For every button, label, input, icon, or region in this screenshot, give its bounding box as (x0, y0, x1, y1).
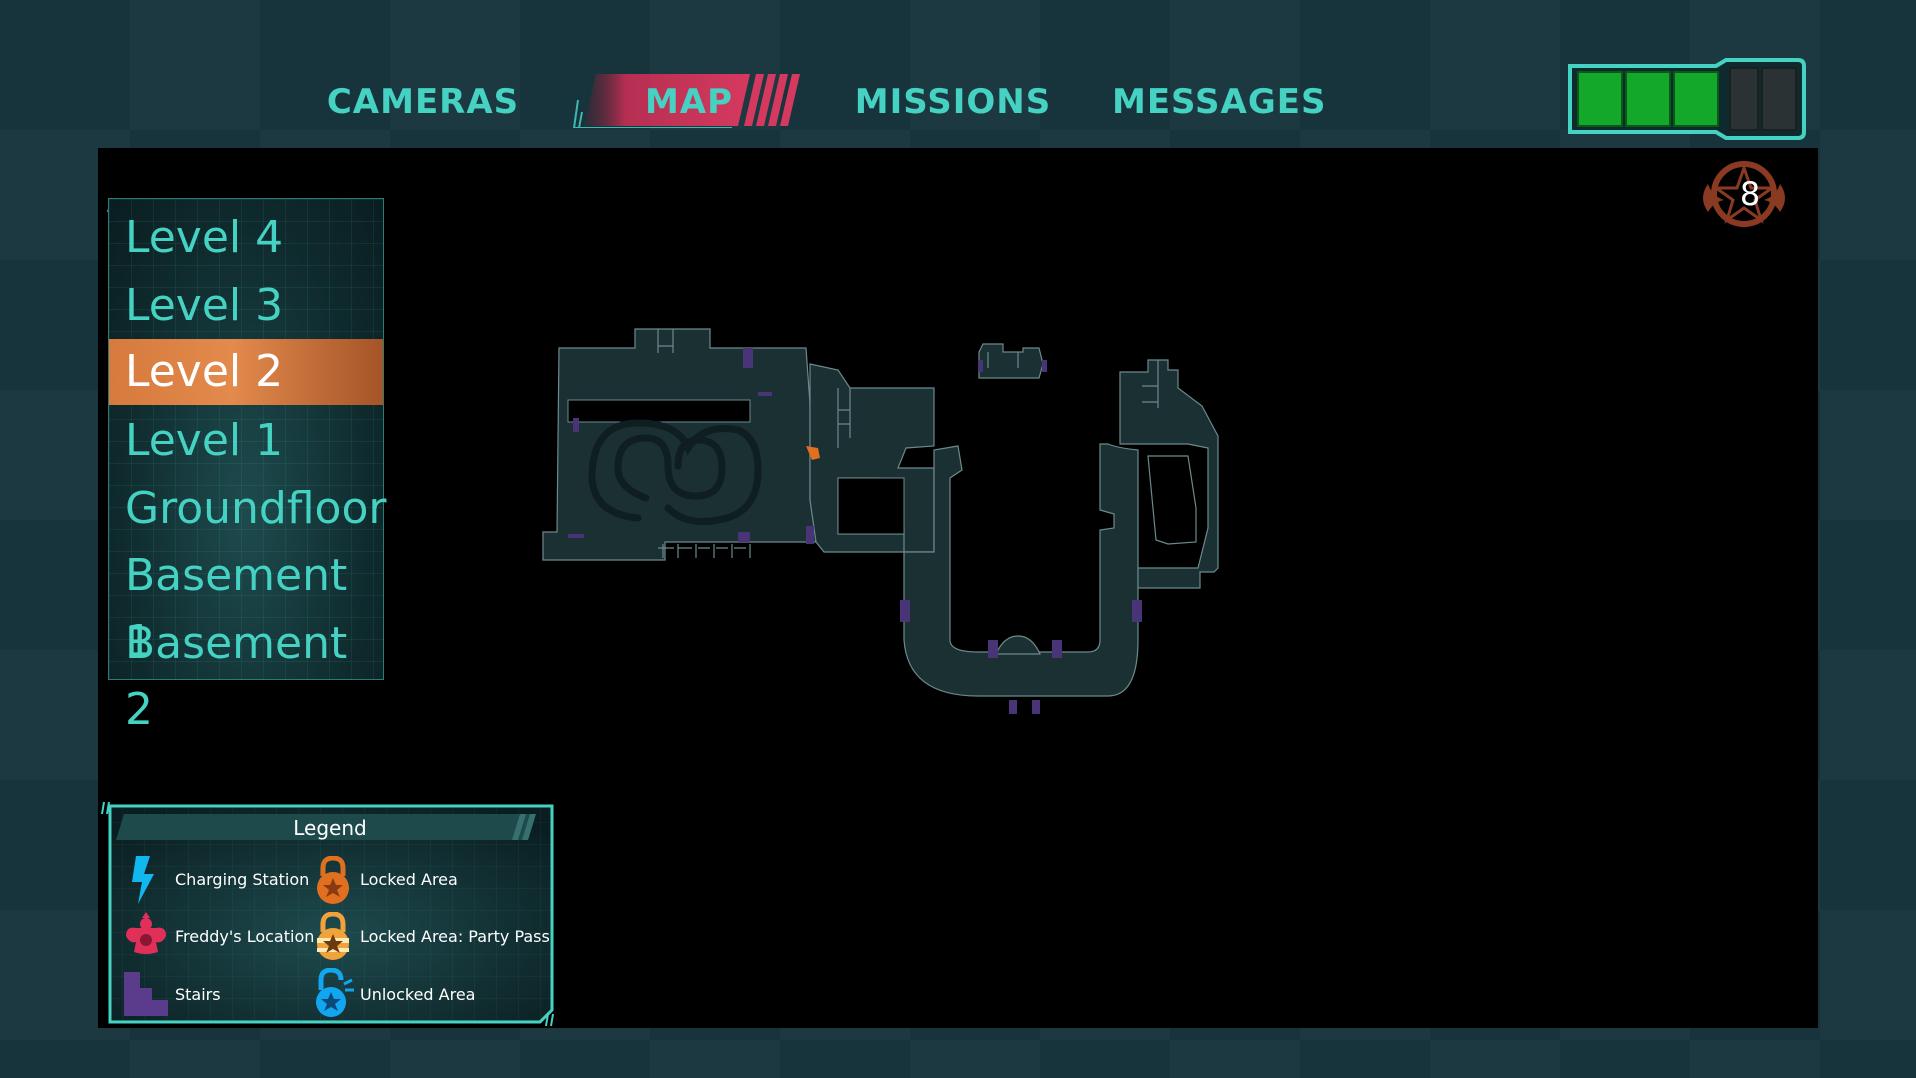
map-room-central-bulge (995, 635, 1041, 655)
legend-label-stairs: Stairs (175, 985, 221, 1004)
level-item-basement-1[interactable]: Basement 1 (109, 543, 383, 667)
legend-title: Legend (293, 816, 367, 840)
stairs-marker (738, 532, 750, 542)
stairs-marker (1052, 640, 1062, 658)
lock-partypass-icon (317, 912, 349, 960)
tab-map[interactable]: MAP (584, 72, 794, 132)
stairs-marker (568, 534, 584, 538)
stairs-marker (1009, 700, 1017, 714)
level-item-basement-2[interactable]: Basement 2 (109, 611, 383, 735)
level-item-level-2[interactable]: Level 2 (109, 339, 383, 405)
legend-label-locked-area: Locked Area (360, 870, 458, 889)
map-room-east-inner (1147, 455, 1197, 545)
legend-label-unlocked-area: Unlocked Area (360, 985, 476, 1004)
stairs-marker (1032, 700, 1040, 714)
map-void-central (837, 477, 905, 535)
tab-missions[interactable]: MISSIONS (850, 72, 1056, 132)
stairs-marker (1132, 600, 1142, 622)
freddy-icon (126, 912, 166, 954)
stairs-marker (806, 526, 814, 544)
stairs-marker (988, 640, 998, 658)
level-item-level-1[interactable]: Level 1 (109, 408, 383, 474)
stairs-marker (900, 600, 910, 622)
stairs-marker (758, 392, 772, 396)
lightning-icon (132, 856, 154, 904)
stairs-marker (743, 348, 753, 368)
level-item-level-3[interactable]: Level 3 (109, 273, 383, 339)
map-room-west-wing (542, 328, 817, 561)
stairs-marker (1042, 360, 1047, 372)
stairs-marker (573, 418, 579, 432)
tab-cameras[interactable]: CAMERAS (318, 72, 528, 132)
stairs-icon (124, 972, 168, 1016)
unlock-blue-icon (316, 968, 354, 1017)
map-corridor-south (903, 443, 1139, 697)
battery-icon (1568, 58, 1806, 140)
tab-messages[interactable]: MESSAGES (1112, 72, 1326, 132)
map-void-west (567, 399, 751, 423)
level-item-level-4[interactable]: Level 4 (109, 205, 383, 271)
legend-label-charging-station: Charging Station (175, 870, 310, 889)
legend-label-freddys-location: Freddy's Location (175, 927, 315, 946)
legend-label-locked-area-party-pass: Locked Area: Party Pass (360, 927, 550, 946)
badge-count: 8 (1739, 175, 1761, 213)
level-item-groundfloor[interactable]: Groundfloor (109, 476, 387, 542)
stairs-marker (978, 360, 983, 372)
lock-orange-icon (317, 856, 349, 904)
level-selector-panel: Level 4 Level 3 Level 2 Level 1 Groundfl… (108, 198, 387, 735)
